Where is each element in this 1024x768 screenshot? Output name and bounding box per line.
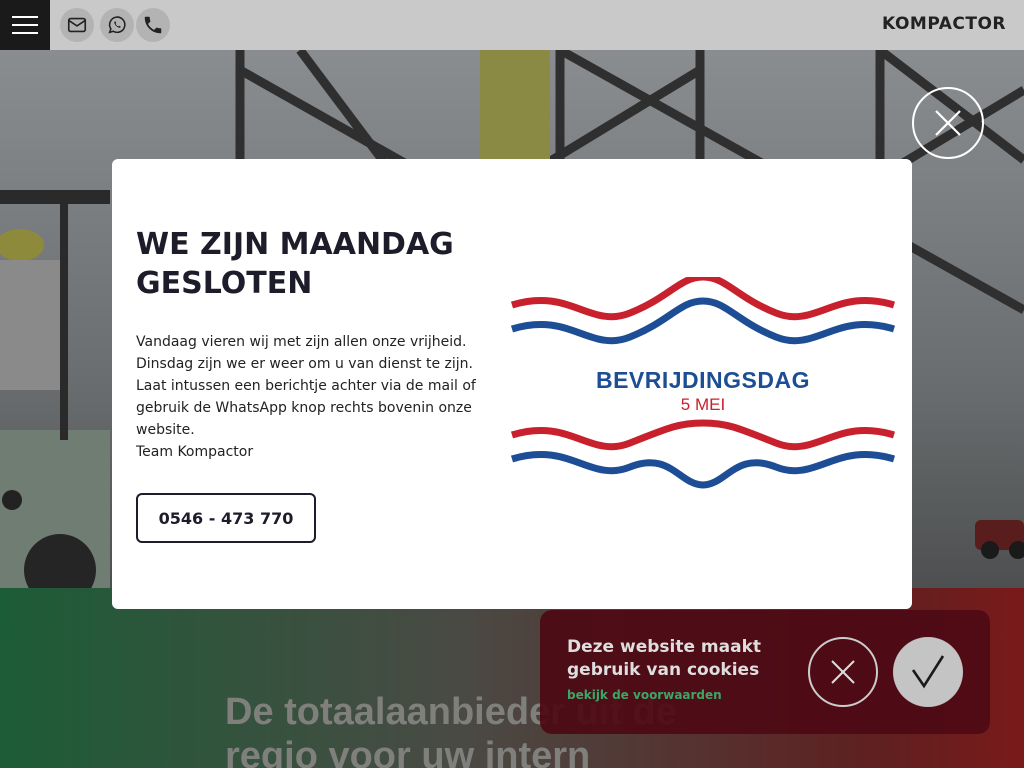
- close-icon: [935, 110, 961, 136]
- phone-icon[interactable]: [136, 8, 170, 42]
- hamburger-menu-icon[interactable]: [0, 0, 50, 50]
- announcement-modal: WE ZIJN MAANDAG GESLOTEN Vandaag vieren …: [112, 159, 912, 609]
- cookie-message: Deze website maakt gebruik van cookies: [567, 637, 761, 680]
- phone-number-button[interactable]: 0546 - 473 770: [136, 493, 316, 543]
- cookie-decline-button[interactable]: [808, 637, 878, 707]
- brand-logo[interactable]: KOMPACTOR: [882, 14, 1006, 34]
- cookie-banner: Deze website maakt gebruik van cookies b…: [540, 610, 990, 734]
- close-icon: [831, 660, 855, 684]
- bevrijdingsdag-badge: BEVRIJDINGSDAG 5 MEI: [510, 273, 896, 493]
- modal-title: WE ZIJN MAANDAG GESLOTEN: [136, 227, 454, 301]
- modal-body-line: Team Kompactor: [136, 444, 254, 460]
- close-modal-button[interactable]: [912, 87, 984, 159]
- top-bar: KOMPACTOR: [0, 0, 1024, 50]
- badge-title: BEVRIJDINGSDAG: [595, 367, 811, 393]
- modal-body-line: Dinsdag zijn we er weer om u van dienst …: [136, 356, 476, 438]
- tagline-line-2: regio voor uw intern: [225, 735, 591, 768]
- whatsapp-icon[interactable]: [100, 8, 134, 42]
- checkmark-icon: [911, 655, 945, 689]
- modal-body: Vandaag vieren wij met zijn allen onze v…: [136, 331, 476, 463]
- mail-icon[interactable]: [60, 8, 94, 42]
- badge-subtitle: 5 MEI: [680, 395, 726, 414]
- modal-body-line: Vandaag vieren wij met zijn allen onze v…: [136, 334, 467, 350]
- cookie-accept-button[interactable]: [893, 637, 963, 707]
- cookie-terms-link[interactable]: bekijk de voorwaarden: [567, 688, 722, 702]
